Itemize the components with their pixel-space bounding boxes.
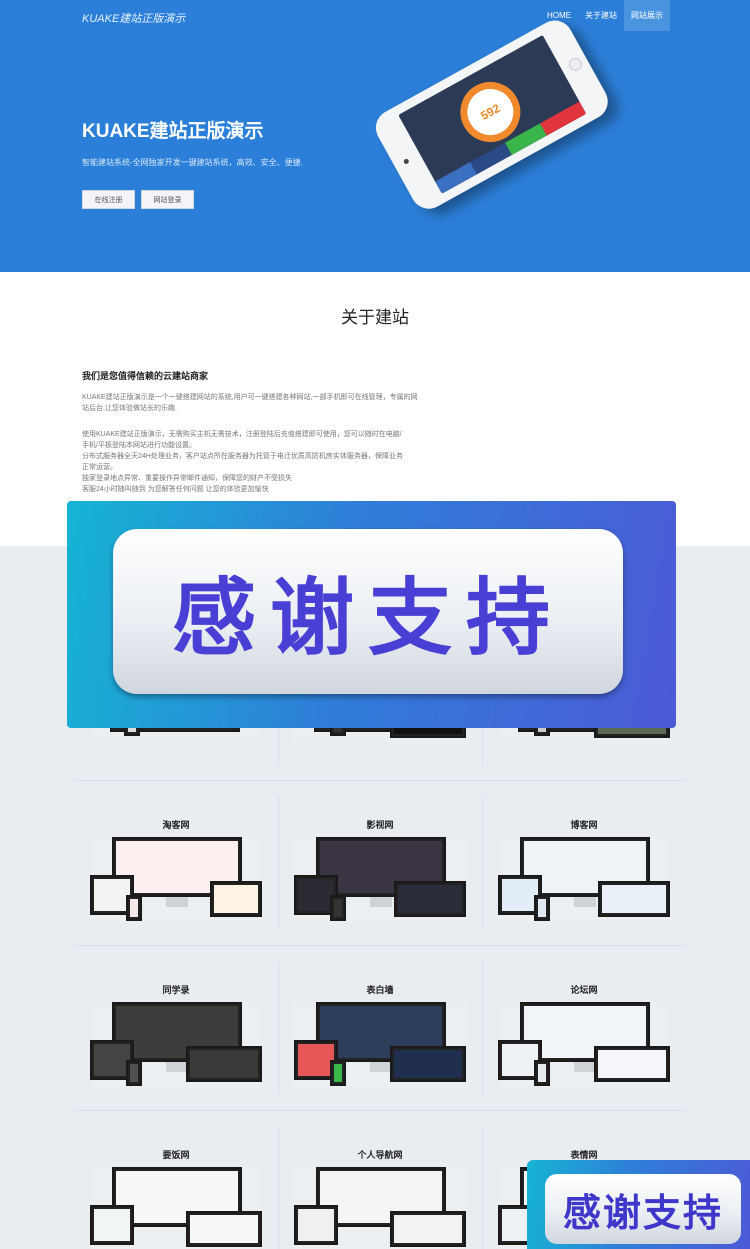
showcase-thumbnail xyxy=(90,1002,262,1088)
about-line: 使用KUAKE建站正版演示，无需购买主机无需技术，注册登陆后充值搭建即可使用，您… xyxy=(82,431,402,438)
showcase-label: 同学录 xyxy=(162,985,190,995)
about-line: 客服24小时随叫随到 为您解答任何问题 让您的体验更加愉快 xyxy=(82,486,269,493)
hero-section: KUAKE建站正版演示 HOME 关于建站 网站展示 KUAKE建站正版演示 智… xyxy=(0,0,750,272)
phone-dial-value: 592 xyxy=(478,101,503,123)
showcase-card-confession-wall[interactable]: 表白墙 xyxy=(278,961,482,1126)
showcase-label: 表白墙 xyxy=(366,985,394,995)
hero-buttons: 在线注册 网站登录 xyxy=(82,190,194,209)
thanks-banner-small-text: 感谢支持 xyxy=(562,1190,723,1235)
showcase-thumbnail xyxy=(294,1002,466,1088)
showcase-thumbnail xyxy=(498,837,670,923)
showcase-card-forum[interactable]: 论坛网 xyxy=(482,961,686,1126)
about-paragraph-2: 使用KUAKE建站正版演示，无需购买主机无需技术，注册登陆后充值搭建即可使用，您… xyxy=(82,429,422,495)
showcase-card-nav-site[interactable]: 个人导航网 xyxy=(278,1126,482,1249)
brand-logo[interactable]: KUAKE建站正版演示 xyxy=(82,10,185,26)
showcase-thumbnail xyxy=(498,1002,670,1088)
thanks-banner-small[interactable]: 感谢支持 xyxy=(527,1160,750,1249)
hero-title: KUAKE建站正版演示 xyxy=(82,121,264,142)
showcase-label: 要饭网 xyxy=(162,1150,190,1160)
login-button[interactable]: 网站登录 xyxy=(141,190,194,209)
showcase-label: 个人导航网 xyxy=(357,1150,403,1160)
about-title: 关于建站 xyxy=(341,308,409,327)
showcase-card-beggar[interactable]: 要饭网 xyxy=(74,1126,278,1249)
about-line: 独家登录地点异常、重要操作异常邮件通知，保障您的财产不受损失 xyxy=(82,475,292,482)
hero-subtitle: 智能建站系统-全网独家开发一键建站系统，高效、安全、便捷. xyxy=(82,158,303,167)
about-paragraph-1: KUAKE建站正版演示是一个一键搭建网站的系统,用户可一键搭建各种网站,一部手机… xyxy=(82,394,418,412)
register-button[interactable]: 在线注册 xyxy=(82,190,135,209)
divider xyxy=(74,780,686,781)
showcase-thumbnail xyxy=(90,1167,262,1249)
thanks-banner: 感谢支持 xyxy=(67,501,676,728)
showcase-thumbnail xyxy=(90,837,262,923)
nav-showcase[interactable]: 网站展示 xyxy=(624,0,670,31)
showcase-card-blog[interactable]: 博客网 xyxy=(482,796,686,961)
nav-about[interactable]: 关于建站 xyxy=(578,0,624,31)
showcase-thumbnail xyxy=(294,837,466,923)
about-heading: 我们是您值得信赖的云建站商家 xyxy=(82,371,209,381)
about-line: 正常运营。 xyxy=(82,464,117,471)
phone-illustration: 592 xyxy=(369,14,634,252)
showcase-card-taoke[interactable]: 淘客网 xyxy=(74,796,278,961)
showcase-card-video[interactable]: 影视网 xyxy=(278,796,482,961)
thanks-banner-text: 感谢支持 xyxy=(171,569,564,667)
showcase-label: 淘客网 xyxy=(162,820,190,830)
showcase-thumbnail xyxy=(294,1167,466,1249)
showcase-label: 博客网 xyxy=(570,820,598,830)
showcase-label: 论坛网 xyxy=(570,985,598,995)
showcase-label: 影视网 xyxy=(366,820,394,830)
showcase-card-classmates[interactable]: 同学录 xyxy=(74,961,278,1126)
about-line: 手机/平板登陆本网站进行功能设置。 xyxy=(82,442,196,449)
about-line: 分布式服务器全天24H处理业务，客户站点所在服务器为托管于电迁优质高防机房实体服… xyxy=(82,453,403,460)
